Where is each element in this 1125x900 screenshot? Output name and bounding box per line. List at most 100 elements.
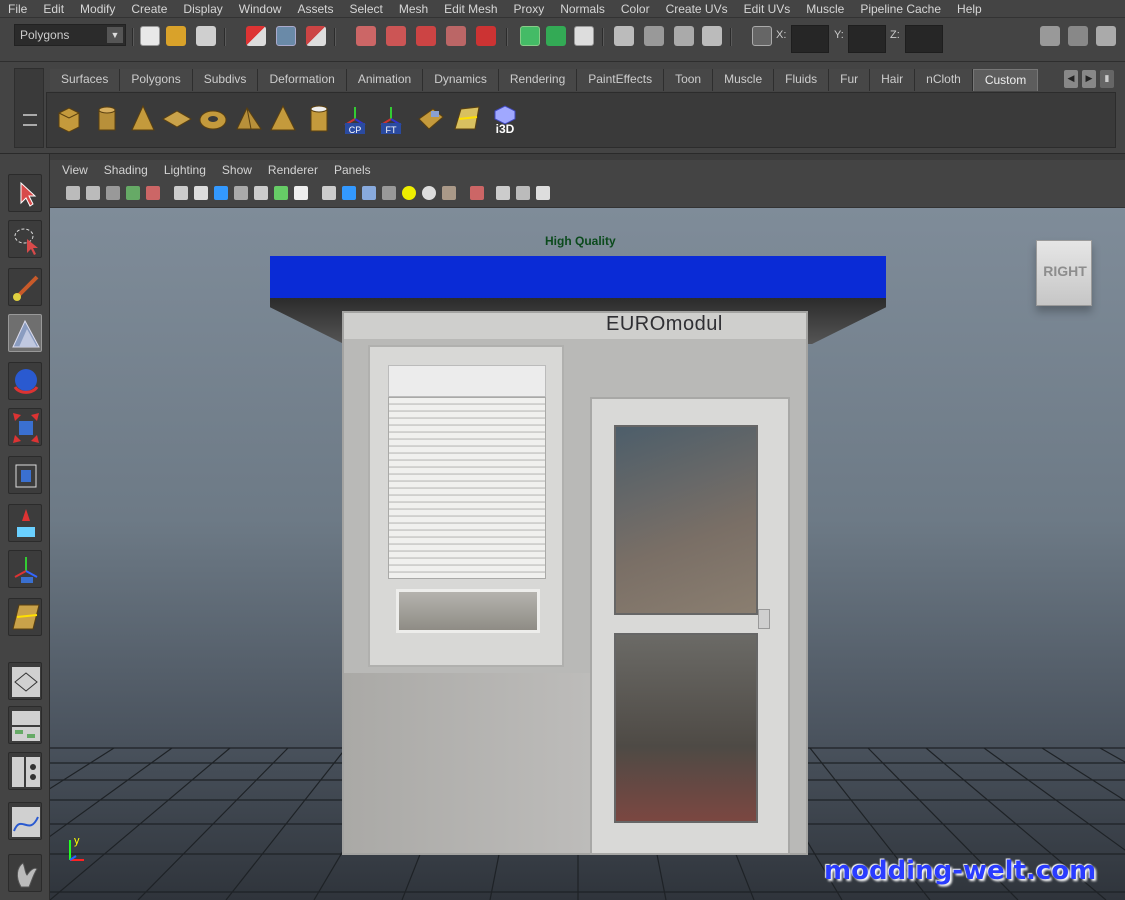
menu-create[interactable]: Create bbox=[131, 2, 175, 16]
smooth-shade-icon[interactable] bbox=[342, 186, 356, 200]
viewport-persp[interactable]: High Quality RIGHT EUROmodul y modding-w… bbox=[50, 208, 1125, 900]
ipr-render-icon[interactable] bbox=[644, 26, 664, 46]
container-model[interactable]: EUROmodul bbox=[342, 311, 808, 855]
menu-normals[interactable]: Normals bbox=[560, 2, 613, 16]
open-scene-icon[interactable] bbox=[166, 26, 186, 46]
panel-menu-view[interactable]: View bbox=[62, 163, 88, 177]
menu-muscle[interactable]: Muscle bbox=[806, 2, 852, 16]
film-gate-icon[interactable] bbox=[194, 186, 208, 200]
absolute-transform-icon[interactable] bbox=[752, 26, 772, 46]
poly-pyramid-icon[interactable] bbox=[267, 103, 299, 135]
move-tool[interactable] bbox=[8, 314, 42, 352]
menu-modify[interactable]: Modify bbox=[80, 2, 123, 16]
xray-joints-icon[interactable] bbox=[516, 186, 530, 200]
new-scene-icon[interactable] bbox=[140, 26, 160, 46]
render-frame-icon[interactable] bbox=[614, 26, 634, 46]
image-plane-icon[interactable] bbox=[126, 186, 140, 200]
shelf-tab-custom[interactable]: Custom bbox=[972, 69, 1039, 91]
select-camera-icon[interactable] bbox=[66, 186, 80, 200]
shelf-tab-surfaces[interactable]: Surfaces bbox=[50, 69, 121, 91]
menu-assets[interactable]: Assets bbox=[297, 2, 341, 16]
select-handles-icon[interactable] bbox=[356, 26, 376, 46]
select-by-hierarchy-icon[interactable] bbox=[246, 26, 266, 46]
poly-pipe-icon[interactable] bbox=[303, 103, 335, 135]
input-ops-icon[interactable] bbox=[520, 26, 540, 46]
wireframe-on-shaded-icon[interactable] bbox=[362, 186, 376, 200]
lasso-tool[interactable] bbox=[8, 220, 42, 258]
i3d-exporter-icon[interactable]: i3D bbox=[489, 103, 521, 135]
high-quality-rendering-icon[interactable] bbox=[442, 186, 456, 200]
safe-action-icon[interactable] bbox=[274, 186, 288, 200]
snap-curve-icon[interactable] bbox=[416, 26, 436, 46]
trash-icon[interactable]: ▮ bbox=[1100, 70, 1114, 88]
select-by-object-type-icon[interactable] bbox=[276, 26, 296, 46]
shelf-tab-painteffects[interactable]: PaintEffects bbox=[577, 69, 665, 91]
z-field[interactable] bbox=[905, 25, 943, 53]
poly-cone-icon[interactable] bbox=[127, 103, 159, 135]
snap-view-plane-icon[interactable] bbox=[476, 26, 496, 46]
menu-proxy[interactable]: Proxy bbox=[514, 2, 553, 16]
use-all-lights-icon[interactable] bbox=[402, 186, 416, 200]
shelf-tab-hair[interactable]: Hair bbox=[870, 69, 916, 91]
x-field[interactable] bbox=[791, 25, 829, 53]
menu-color[interactable]: Color bbox=[621, 2, 658, 16]
view-cube[interactable]: RIGHT bbox=[1036, 240, 1092, 306]
shelf-tab-polygons[interactable]: Polygons bbox=[120, 69, 193, 91]
attribute-editor-icon[interactable] bbox=[1040, 26, 1060, 46]
graph-editor-layout[interactable] bbox=[8, 802, 42, 840]
shelf-tab-animation[interactable]: Animation bbox=[346, 69, 424, 91]
select-by-component-icon[interactable] bbox=[306, 26, 326, 46]
shelf-tab-deformation[interactable]: Deformation bbox=[258, 69, 347, 91]
save-scene-icon[interactable] bbox=[196, 26, 216, 46]
scale-tool[interactable] bbox=[8, 408, 42, 446]
soft-modification-tool[interactable] bbox=[8, 504, 42, 542]
poly-prism-icon[interactable] bbox=[233, 103, 265, 135]
snap-grid-icon[interactable] bbox=[386, 26, 406, 46]
textured-icon[interactable] bbox=[382, 186, 396, 200]
shelf-tab-muscle[interactable]: Muscle bbox=[713, 69, 775, 91]
menu-edit-mesh[interactable]: Edit Mesh bbox=[444, 2, 505, 16]
single-perspective-layout[interactable] bbox=[8, 662, 42, 700]
xray-active-components-icon[interactable] bbox=[536, 186, 550, 200]
menu-display[interactable]: Display bbox=[183, 2, 230, 16]
field-chart-icon[interactable] bbox=[254, 186, 268, 200]
grid-icon[interactable] bbox=[174, 186, 188, 200]
shelf-tab-rendering[interactable]: Rendering bbox=[498, 69, 578, 91]
menu-help[interactable]: Help bbox=[957, 2, 990, 16]
freeze-transforms-icon[interactable]: FT bbox=[375, 103, 407, 135]
menu-window[interactable]: Window bbox=[239, 2, 290, 16]
gate-mask-icon[interactable] bbox=[234, 186, 248, 200]
bookmarks-icon[interactable] bbox=[106, 186, 120, 200]
custom-tool[interactable] bbox=[8, 854, 42, 892]
menu-select[interactable]: Select bbox=[349, 2, 390, 16]
wireframe-icon[interactable] bbox=[322, 186, 336, 200]
tool-settings-icon[interactable] bbox=[1068, 26, 1088, 46]
poly-cube-icon[interactable] bbox=[53, 103, 85, 135]
channel-box-icon[interactable] bbox=[1096, 26, 1116, 46]
uv-snapshot-icon[interactable] bbox=[451, 103, 483, 135]
panel-menu-panels[interactable]: Panels bbox=[334, 163, 371, 177]
uv-layout-icon[interactable] bbox=[415, 103, 447, 135]
shadows-icon[interactable] bbox=[422, 186, 436, 200]
menu-mesh[interactable]: Mesh bbox=[399, 2, 436, 16]
last-tool-used[interactable] bbox=[8, 598, 42, 636]
scroll-right-icon[interactable]: ▶ bbox=[1082, 70, 1096, 88]
shelf-tab-subdivs[interactable]: Subdivs bbox=[192, 69, 259, 91]
shelf-menu-handle[interactable] bbox=[14, 68, 44, 148]
panel-menu-show[interactable]: Show bbox=[222, 163, 252, 177]
menu-edit-uvs[interactable]: Edit UVs bbox=[744, 2, 799, 16]
safe-title-icon[interactable] bbox=[294, 186, 308, 200]
camera-attributes-icon[interactable] bbox=[86, 186, 100, 200]
shelf-tab-fur[interactable]: Fur bbox=[829, 69, 871, 91]
output-ops-icon[interactable] bbox=[546, 26, 566, 46]
render-settings-icon[interactable] bbox=[674, 26, 694, 46]
select-tool[interactable] bbox=[8, 174, 42, 212]
menu-set-dropdown[interactable]: Polygons ▼ bbox=[14, 24, 126, 46]
two-d-pan-zoom-icon[interactable] bbox=[146, 186, 160, 200]
shelf-tab-toon[interactable]: Toon bbox=[664, 69, 714, 91]
show-manipulator-tool[interactable] bbox=[8, 550, 42, 588]
rotate-tool[interactable] bbox=[8, 362, 42, 400]
construction-history-icon[interactable] bbox=[574, 26, 594, 46]
panel-menu-renderer[interactable]: Renderer bbox=[268, 163, 318, 177]
shelf-tab-dynamics[interactable]: Dynamics bbox=[423, 69, 499, 91]
